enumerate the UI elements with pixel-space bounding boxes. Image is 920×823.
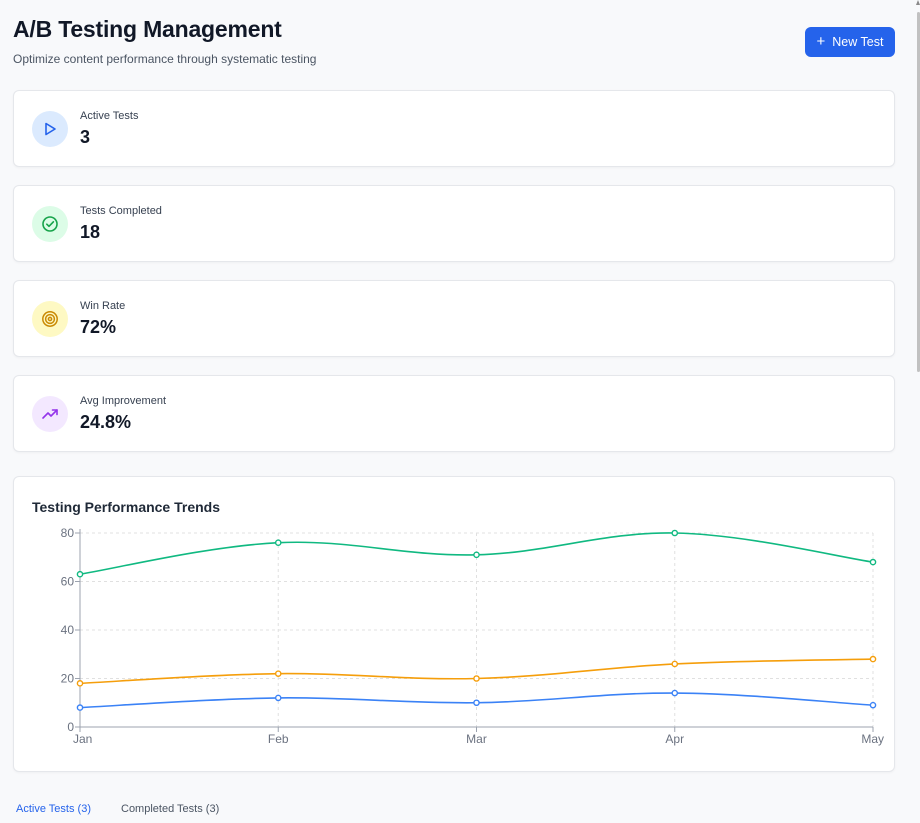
y-tick-label: 40 [61,623,75,637]
data-point [671,660,679,668]
page: A/B Testing Management Optimize content … [0,0,920,823]
chart-axes: 020406080Jan Feb Mar Apr May [61,526,884,746]
target-icon [32,301,68,337]
data-point [671,689,679,697]
data-point [274,694,282,702]
data-point [473,551,480,559]
data-point [473,699,480,707]
stat-value: 18 [80,222,101,242]
data-point [76,570,84,578]
tab-completed-tests[interactable]: Completed Tests (3) [121,803,219,815]
stat-value: 3 [80,127,91,147]
x-tick-label: May [861,732,884,746]
page-subtitle: Optimize content performance through sys… [13,52,317,66]
page-scrollbar[interactable] [916,0,920,823]
data-point [671,529,679,537]
x-tick-label: Apr [665,732,684,746]
chart-grid [79,532,874,727]
play-icon [32,111,68,147]
data-point [869,655,877,663]
data-point [869,701,877,709]
performance-chart-card: Testing Performance Trends 0 20 40 60 80 Jan F… [13,476,895,772]
stat-label: Avg Improvement [80,395,167,407]
data-point [869,558,877,566]
stat-label: Active Tests [80,110,139,122]
stat-value: 72% [80,317,117,337]
stat-card-active-tests: Active Tests 3 [13,90,895,167]
stat-card-win-rate: Win Rate 72% [13,280,895,357]
y-tick-label: 80 [61,526,75,540]
tab-active-tests[interactable]: Active Tests (3) [16,803,91,815]
page-title: A/B Testing Management [13,16,282,42]
plus-icon: + [816,33,826,50]
y-tick-label: 20 [61,672,75,686]
trending-up-icon [32,396,68,432]
x-tick-label: Feb [268,732,289,746]
stat-card-tests-completed: Tests Completed 18 [13,185,895,262]
data-point [473,675,480,682]
stat-label: Tests Completed [80,205,162,217]
stat-card-avg-improvement: Avg Improvement 24.8% [13,375,895,452]
new-test-button[interactable]: + New Test [805,27,895,57]
x-tick-label: Jan [73,732,92,746]
performance-trends-chart: 020406080Jan Feb Mar Apr May [61,526,884,746]
check-circle-icon [32,206,68,242]
data-point [76,680,84,687]
x-tick-label: Mar [466,732,487,746]
data-point [76,704,84,711]
page-header: A/B Testing Management Optimize content … [13,16,895,66]
y-tick-label: 60 [61,575,75,589]
scroll-up-arrow-icon[interactable] [916,0,920,5]
test-tabs: Active Tests (3) Completed Tests (3) [16,803,219,815]
new-test-label: New Test [832,35,884,49]
stat-value: 24.8% [80,412,132,432]
stat-label: Win Rate [80,300,126,312]
data-point [274,539,282,546]
data-point [274,670,282,677]
